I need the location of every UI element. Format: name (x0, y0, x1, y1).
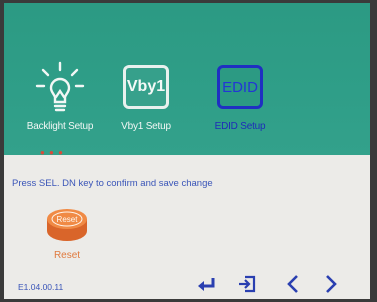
firmware-version: E1.04.00.11 (18, 282, 64, 292)
info-message: Press SEL. DN key to confirm and save ch… (12, 178, 213, 189)
menu-item-label: EDID Setup (214, 121, 266, 132)
chevron-left-icon (287, 275, 298, 293)
chevron-right-icon (326, 275, 337, 293)
next-button[interactable] (318, 273, 344, 295)
vby1-icon-box: Vby1 (123, 65, 169, 109)
edid-icon-box: EDID (217, 65, 263, 109)
lightbulb-icon (10, 61, 110, 117)
menu-item-label: Backlight Setup (26, 121, 94, 132)
menu-item-label: Vby1 Setup (121, 121, 171, 132)
reset-button[interactable]: Reset (42, 205, 92, 245)
enter-icon (198, 278, 215, 291)
previous-button[interactable] (280, 273, 306, 295)
edid-icon: EDID (190, 61, 290, 117)
vby1-icon: Vby1 (96, 61, 196, 117)
reset-label: Reset (53, 250, 81, 261)
menu-item-edid-setup[interactable]: EDID EDID Setup (190, 61, 290, 132)
reset-icon: Reset (47, 209, 87, 241)
menu-item-vby1-setup[interactable]: Vby1 Vby1 Setup (96, 61, 196, 132)
enter-button[interactable] (194, 273, 220, 295)
exit-icon (239, 275, 256, 293)
exit-button[interactable] (234, 273, 260, 295)
osd-screen: Backlight Setup Vby1 Vby1 Setup EDID EDI… (4, 3, 370, 299)
page-indicator-dots: ● ● ● (40, 148, 64, 157)
reset-icon-text: Reset (57, 215, 79, 224)
monitor-bezel: Backlight Setup Vby1 Vby1 Setup EDID EDI… (0, 0, 377, 302)
menu-item-backlight-setup[interactable]: Backlight Setup (10, 61, 110, 132)
setup-menu-band: Backlight Setup Vby1 Vby1 Setup EDID EDI… (4, 3, 370, 157)
